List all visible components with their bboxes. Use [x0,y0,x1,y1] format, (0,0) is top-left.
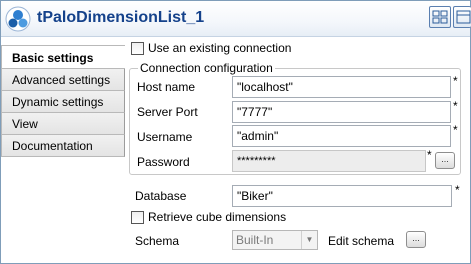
database-field[interactable]: "Biker" [232,185,452,207]
host-name-label: Host name [137,80,196,94]
component-title: tPaloDimensionList_1 [37,9,205,26]
tab-dynamic-settings[interactable]: Dynamic settings [1,91,125,113]
host-required-marker: * [453,74,458,88]
tab-basic-settings[interactable]: Basic settings [1,45,125,69]
layout-view-icon [432,10,448,24]
tab-documentation[interactable]: Documentation [1,135,125,157]
retrieve-cube-dimensions-label: Retrieve cube dimensions [148,210,287,224]
component-settings-panel: tPaloDimensionList_1 Basic settings Adva… [0,0,471,264]
edit-schema-label: Edit schema [328,234,395,248]
schema-select-value: Built-In [236,233,274,247]
server-port-field[interactable]: "7777" [232,101,451,123]
password-required-marker: * [427,148,432,162]
database-label: Database [135,189,187,203]
password-label: Password [137,155,190,169]
tab-view[interactable]: View [1,113,125,135]
port-required-marker: * [453,99,458,113]
layout-toggle-button[interactable] [453,6,471,28]
password-edit-button[interactable]: ... [435,152,455,169]
tab-advanced-settings[interactable]: Advanced settings [1,69,125,91]
username-label: Username [137,130,193,144]
layout-toggle-icon [456,10,471,24]
chevron-down-icon: ▼ [301,231,317,249]
use-existing-connection-checkbox[interactable] [131,42,144,55]
schema-select[interactable]: Built-In ▼ [232,230,318,250]
username-field[interactable]: "admin" [232,125,451,147]
edit-schema-button[interactable]: ... [406,231,426,248]
password-field[interactable]: ********* [232,150,426,172]
layout-view-button[interactable] [429,6,451,28]
schema-label: Schema [135,234,180,248]
settings-tabs: Basic settings Advanced settings Dynamic… [1,45,125,157]
database-required-marker: * [455,183,460,197]
use-existing-connection-label: Use an existing connection [148,41,292,55]
component-header: tPaloDimensionList_1 [1,1,471,37]
connection-group-title: Connection configuration [138,61,275,75]
retrieve-cube-dimensions-checkbox[interactable] [131,211,144,224]
host-name-field[interactable]: "localhost" [232,76,451,98]
palo-component-icon [5,6,31,32]
server-port-label: Server Port [137,105,198,119]
username-required-marker: * [453,123,458,137]
